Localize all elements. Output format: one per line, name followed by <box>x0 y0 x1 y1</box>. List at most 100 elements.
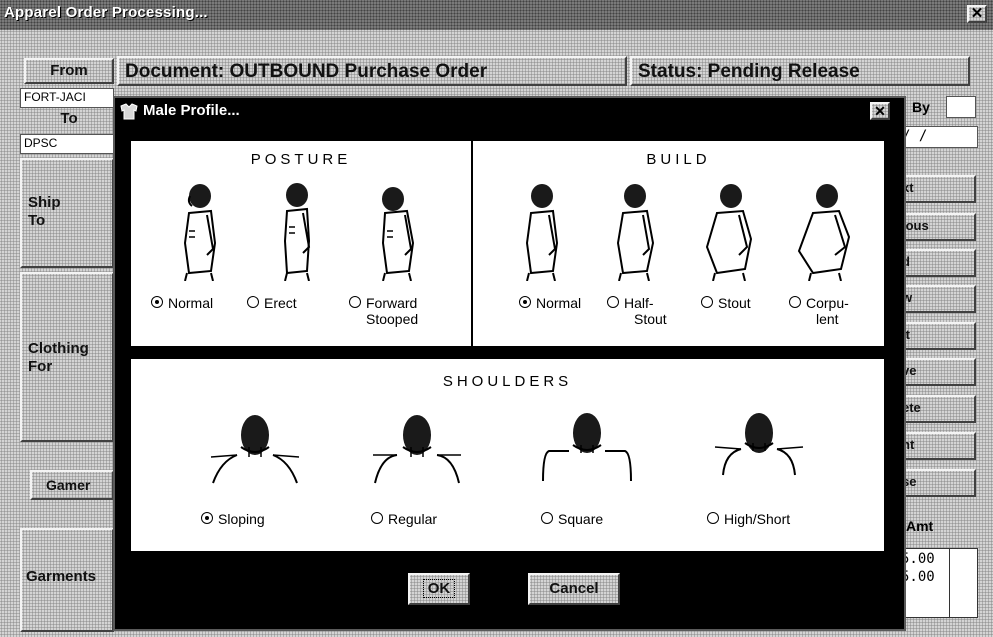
build-corpulent-label: Corpu- <box>806 295 849 311</box>
side-button-3[interactable]: d <box>896 249 976 277</box>
posture-normal-radio[interactable]: Normal <box>151 295 213 311</box>
build-stout-label: Stout <box>718 295 751 311</box>
ok-button[interactable]: OK <box>408 573 470 605</box>
amount-2: 5.00 <box>901 569 935 585</box>
radio-icon <box>201 512 213 524</box>
document-box: Document: OUTBOUND Purchase Order <box>117 56 627 86</box>
build-stout-radio[interactable]: Stout <box>701 295 751 311</box>
by-label: By <box>912 99 930 115</box>
side-button-9[interactable]: se <box>896 469 976 497</box>
status-box: Status: Pending Release <box>630 56 970 86</box>
garment-button[interactable]: Gamer <box>30 470 114 500</box>
garments-label: Garments <box>26 568 97 585</box>
side-button-6[interactable]: ve <box>896 358 976 386</box>
window-title: Apparel Order Processing... <box>4 4 208 21</box>
window-close-button[interactable]: ✕ <box>967 5 987 23</box>
shoulders-regular-radio[interactable]: Regular <box>371 511 437 527</box>
radio-icon <box>349 296 361 308</box>
posture-normal-label: Normal <box>168 295 214 311</box>
side-button-1[interactable]: xt <box>896 175 976 203</box>
shoulders-sloping-label: Sloping <box>218 511 265 527</box>
build-half-stout-figure <box>616 184 655 281</box>
shoulders-sloping-figure <box>210 415 300 484</box>
to-field[interactable]: DPSC <box>20 134 114 154</box>
clothing-for-box: Clothing For <box>20 272 114 442</box>
cancel-button[interactable]: Cancel <box>528 573 620 605</box>
to-label: To <box>60 110 78 127</box>
build-normal-label: Normal <box>536 295 582 311</box>
radio-icon <box>607 296 619 308</box>
build-corpulent-radio[interactable]: Corpu- lent <box>789 295 849 327</box>
posture-heading: POSTURE <box>250 151 352 168</box>
dialog-close-button[interactable]: ✕ <box>870 102 890 120</box>
close-icon: ✕ <box>874 103 886 119</box>
posture-stooped-figure <box>381 187 415 281</box>
from-label: From <box>24 58 114 84</box>
window-titlebar: Apparel Order Processing... ✕ <box>0 0 993 30</box>
shoulders-high-radio[interactable]: High/Short <box>707 511 790 527</box>
ok-button-label: OK <box>422 579 456 598</box>
posture-erect-label: Erect <box>264 295 297 311</box>
posture-forward-radio[interactable]: Forward Stooped <box>349 295 418 327</box>
radio-icon <box>701 296 713 308</box>
posture-panel: POSTURE Normal Erect Forward Stooped <box>131 141 471 346</box>
build-heading: BUILD <box>646 151 711 168</box>
build-corpulent-label2: lent <box>816 311 839 327</box>
garment-button-label: Gamer <box>46 477 91 493</box>
radio-icon <box>151 296 163 308</box>
date-field[interactable]: / / <box>898 126 978 148</box>
ship-to-box: Ship To <box>20 158 114 268</box>
build-half-stout-radio[interactable]: Half- Stout <box>607 295 667 327</box>
posture-normal-figure <box>183 184 217 281</box>
ship-to-label: Ship To <box>28 194 61 229</box>
posture-erect-figure <box>283 183 311 281</box>
shoulders-square-label: Square <box>558 511 604 527</box>
side-button-4[interactable]: w <box>896 285 976 313</box>
posture-forward-label: Forward <box>366 295 418 311</box>
close-icon: ✕ <box>970 5 984 22</box>
radio-icon <box>707 512 719 524</box>
by-field[interactable] <box>946 96 976 118</box>
build-half-stout-label: Half- <box>624 295 654 311</box>
garments-box: Garments <box>20 528 114 632</box>
build-normal-figure <box>525 184 559 281</box>
side-button-8[interactable]: nt <box>896 432 976 460</box>
radio-icon <box>247 296 259 308</box>
dialog-title: Male Profile... <box>143 102 240 119</box>
build-half-stout-text: Half- Stout <box>624 295 667 327</box>
shoulders-sloping-radio[interactable]: Sloping <box>201 511 265 527</box>
radio-icon <box>789 296 801 308</box>
shoulders-regular-figure <box>373 415 461 484</box>
build-corpulent-figure <box>797 184 851 281</box>
shoulders-panel: SHOULDERS Sloping Regular Square High/Sh… <box>131 359 884 551</box>
clothing-for-label: Clothing For <box>28 340 89 375</box>
shoulders-high-label: High/Short <box>724 511 791 527</box>
build-normal-radio[interactable]: Normal <box>519 295 581 311</box>
build-corpulent-text: Corpu- lent <box>806 295 849 327</box>
radio-icon <box>541 512 553 524</box>
side-button-2[interactable]: ious <box>896 213 976 241</box>
amount-list[interactable]: 5.00 5.00 <box>898 548 978 618</box>
document-title: Document: OUTBOUND Purchase Order <box>125 61 488 82</box>
posture-erect-radio[interactable]: Erect <box>247 295 297 311</box>
radio-icon <box>371 512 383 524</box>
male-profile-dialog: Male Profile... ✕ POSTURE Normal Erect F… <box>113 96 906 631</box>
posture-forward-text: Forward Stooped <box>366 295 418 327</box>
shoulders-square-radio[interactable]: Square <box>541 511 603 527</box>
side-button-5[interactable]: it <box>896 322 976 350</box>
shirt-icon <box>120 103 138 120</box>
amt-label: Amt <box>906 518 934 534</box>
radio-icon <box>519 296 531 308</box>
from-field[interactable]: FORT-JACI <box>20 88 114 108</box>
posture-forward-label2: Stooped <box>366 311 419 327</box>
status-text: Status: Pending Release <box>638 61 860 82</box>
amount-divider <box>949 549 950 617</box>
side-button-7[interactable]: ete <box>896 395 976 423</box>
build-half-stout-label2: Stout <box>634 311 667 327</box>
by-row: By <box>906 96 978 120</box>
build-panel: BUILD Normal Half- Stout Stout Corpu- le… <box>473 141 884 346</box>
dialog-titlebar: Male Profile... ✕ <box>115 98 904 124</box>
shoulders-square-figure <box>542 413 632 482</box>
amount-1: 5.00 <box>901 551 935 567</box>
shoulders-high-figure <box>714 413 804 476</box>
